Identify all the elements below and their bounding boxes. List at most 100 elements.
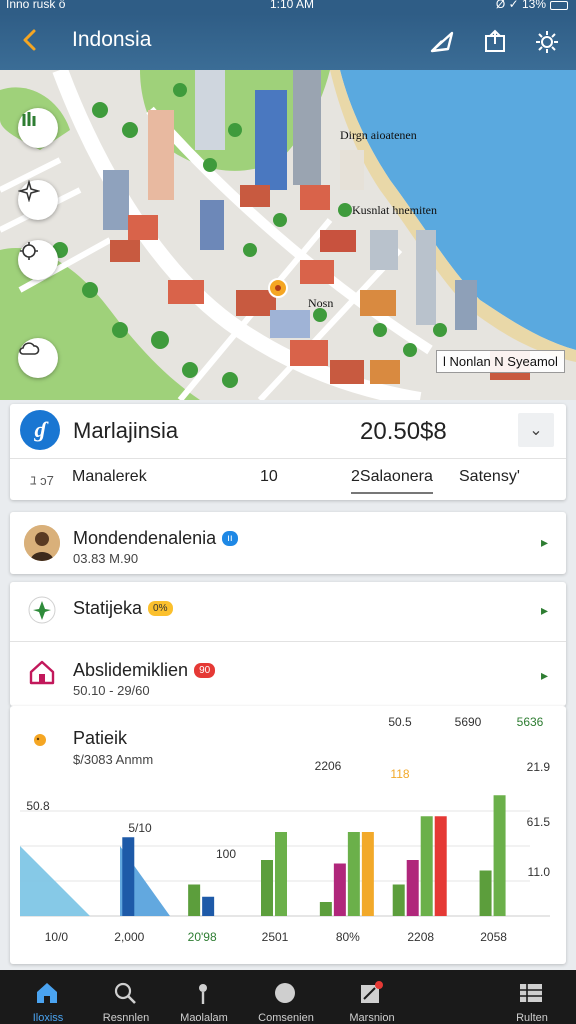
chart-bar	[406, 860, 419, 916]
summary-value: 20.50$8	[360, 418, 447, 445]
chart-bar	[493, 795, 506, 916]
y-tick-label: 11.0	[528, 865, 551, 879]
pin-icon	[199, 984, 207, 1004]
tab-manalerek[interactable]: Manalerek	[72, 468, 147, 486]
location-icon	[20, 242, 38, 260]
location-button[interactable]	[18, 240, 58, 280]
compass-button[interactable]	[18, 180, 58, 220]
compass-star-icon	[18, 180, 40, 202]
chart-bar	[275, 832, 287, 916]
bar-chart: 10/0 2,000 20'98 2501 80% 2208 2058 21.9 61.5 11.…	[20, 715, 551, 944]
x-tick-label: 2208	[407, 930, 434, 944]
brand-logo-icon: ɠ	[20, 410, 60, 450]
search-icon	[114, 982, 136, 1004]
data-label: 2206	[315, 759, 342, 773]
summary-name: Marlajinsia	[73, 418, 179, 443]
tab-salaonera[interactable]: 2Salaonera	[351, 468, 433, 494]
layers-icon	[22, 112, 36, 126]
row-badge: 0%	[148, 601, 173, 616]
chevron-down-icon: ⌄	[529, 422, 543, 439]
list-card-2: Statijeka 0% ▸ Abslidemiklien 90 50.10 - 2…	[10, 582, 566, 706]
compass-icon	[275, 983, 295, 1003]
settings-icon[interactable]	[532, 27, 562, 57]
data-label: 50.5	[388, 715, 412, 729]
leaf-icon	[28, 596, 56, 624]
app-bar: Indonsia	[0, 14, 576, 70]
y-tick-label: 21.9	[527, 760, 551, 774]
divider	[10, 458, 566, 459]
row-title: Mondendenalenia	[73, 528, 217, 548]
data-label: 5/10	[128, 821, 152, 835]
cloud-icon	[19, 342, 40, 355]
data-label: 100	[216, 847, 236, 861]
map-alert-icon	[361, 981, 383, 1003]
x-tick-label: 80%	[336, 930, 360, 944]
home-icon	[37, 983, 57, 1003]
share-icon[interactable]	[480, 27, 510, 57]
chart-bar	[333, 863, 346, 916]
bottom-navigation: Iloxiss Resnnlen Maolalam Comsenien Mars…	[0, 970, 576, 1024]
chart-bar	[261, 860, 273, 916]
data-label: 50.8	[26, 799, 50, 813]
row-title: Statijeka	[73, 598, 143, 618]
status-indicators: Ø ✓ 13%	[495, 0, 546, 11]
tab-prefix: ﾕ ɔ7	[30, 473, 54, 488]
layers-button[interactable]	[18, 108, 58, 148]
list-item[interactable]: Mondendenalenia ıı 03.83 M.90 ▸	[10, 512, 566, 574]
x-tick-label: 2058	[480, 930, 507, 944]
weather-button[interactable]	[18, 338, 58, 378]
x-tick-label: 2501	[262, 930, 289, 944]
map-label-1: Dirgn aioatenen	[340, 128, 417, 142]
nav-compass[interactable]: Comsenien	[238, 970, 334, 1024]
navigation-icon[interactable]	[428, 27, 458, 57]
nav-label: Rulten	[516, 1012, 548, 1024]
chart-bar	[479, 870, 492, 916]
chart-bar	[420, 816, 433, 916]
status-time: 1:10 AM	[270, 0, 315, 11]
chart-bar	[202, 896, 215, 916]
nav-grid[interactable]: Rulten	[484, 970, 576, 1024]
battery-icon	[550, 1, 568, 10]
y-tick-label: 61.5	[527, 815, 551, 829]
chart-bar	[347, 832, 360, 916]
chart-bar	[434, 816, 447, 916]
list-item[interactable]: Statijeka 0% ▸	[10, 582, 566, 642]
nav-map[interactable]: Marsnion	[324, 970, 420, 1024]
data-label: 118	[390, 767, 409, 781]
map-label-2: Kusnlat hnemiten	[352, 203, 437, 217]
chart-bar	[319, 902, 332, 916]
avatar	[24, 525, 60, 561]
row-title: Abslidemiklien	[73, 660, 189, 680]
data-label: 5636	[517, 715, 544, 729]
chevron-right-icon: ▸	[540, 534, 548, 550]
home-icon	[29, 660, 55, 685]
row-badge: 90	[194, 663, 216, 678]
expand-button[interactable]: ⌄	[518, 413, 554, 447]
grid-icon	[520, 984, 542, 1002]
data-label: 5690	[455, 715, 482, 729]
chart-bar	[188, 884, 201, 916]
row-subtitle: 50.10 - 29/60	[73, 683, 150, 698]
summary-card: ɠ Marlajinsia 20.50$8 ⌄ ﾕ ɔ7 Manalerek 1…	[10, 404, 566, 500]
map-label-4: l Nonlan N Syeamol	[436, 350, 565, 373]
tab-satensy[interactable]: Satensy'	[459, 468, 520, 486]
nav-label: Comsenien	[258, 1012, 314, 1024]
x-tick-label: 10/0	[45, 930, 69, 944]
row-badge: ıı	[222, 531, 238, 546]
tab-10[interactable]: 10	[260, 468, 278, 486]
chart-bar	[361, 832, 374, 916]
row-icon	[24, 654, 60, 690]
city-map[interactable]: Dirgn aioatenen Kusnlat hnemiten Nosn l …	[0, 70, 576, 400]
status-carrier: Inno rusk ö	[6, 0, 66, 11]
x-tick-label: 20'98	[188, 930, 217, 944]
person-avatar-icon	[24, 525, 60, 561]
row-icon	[24, 592, 60, 628]
list-item[interactable]: Abslidemiklien 90 50.10 - 29/60 ▸	[10, 642, 566, 706]
list-card-1: Mondendenalenia ıı 03.83 M.90 ▸	[10, 512, 566, 574]
summary-tabs: ﾕ ɔ7 Manalerek 10 2Salaonera Satensy'	[10, 460, 566, 500]
status-bar: Inno rusk ö 1:10 AM Ø ✓ 13%	[0, 0, 576, 14]
chevron-right-icon: ▸	[540, 667, 548, 683]
nav-label: Marsnion	[349, 1012, 395, 1024]
map-label-3: Nosn	[308, 296, 334, 310]
back-arrow-icon[interactable]	[16, 26, 44, 54]
